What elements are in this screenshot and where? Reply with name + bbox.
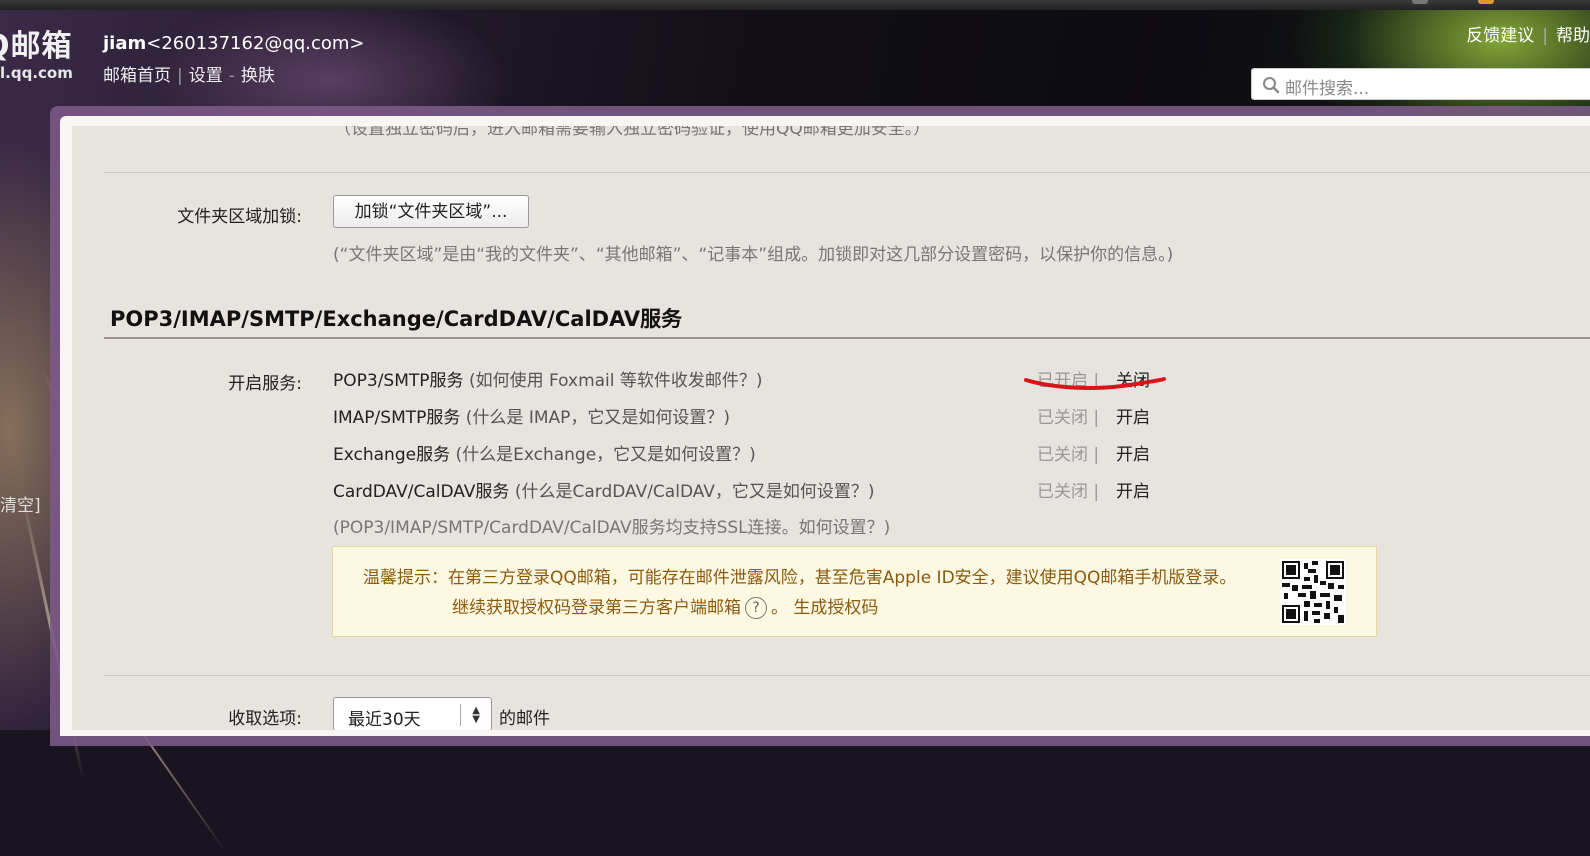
- service-toggle-exchange[interactable]: 开启: [1116, 440, 1150, 465]
- fetch-suffix: 的邮件: [499, 709, 550, 729]
- qq-mail-logo[interactable]: Q邮箱 l.qq.com: [0, 29, 73, 83]
- service-name-imap: IMAP/SMTP服务 (什么是 IMAP，它又是如何设置？): [333, 403, 730, 428]
- service-help-link[interactable]: (如何使用 Foxmail 等软件收发邮件？): [469, 371, 763, 391]
- top-right-links: 反馈建议 | 帮助: [1466, 26, 1590, 46]
- section-title: POP3/IMAP/SMTP/Exchange/CardDAV/CalDAV服务: [110, 307, 683, 331]
- ssl-note-link[interactable]: (POP3/IMAP/SMTP/CardDAV/CalDAV服务均支持SSL连接…: [333, 513, 890, 538]
- service-status-carddav: 已关闭 |: [1037, 482, 1100, 502]
- service-help-link[interactable]: (什么是CardDAV/CalDAV，它又是如何设置？): [515, 482, 875, 502]
- section-divider: [104, 337, 1590, 339]
- settings-panel: （设置独立密码后，进入邮箱需要输入独立密码验证，使用QQ邮箱更加安全。） 文件夹…: [72, 126, 1590, 730]
- red-annotation-underline-icon: [1024, 377, 1166, 390]
- service-title: IMAP/SMTP服务: [333, 408, 461, 428]
- fetch-options-label: 收取选项:: [228, 709, 302, 729]
- search-placeholder: 邮件搜索...: [1285, 79, 1370, 99]
- fetch-range-value: 最近30天: [348, 710, 421, 730]
- cut-off-note: （设置独立密码后，进入邮箱需要输入独立密码验证，使用QQ邮箱更加安全。）: [334, 126, 931, 139]
- folder-lock-note: (“文件夹区域”是由“我的文件夹”、“其他邮箱”、“记事本”组成。加锁即对这几部…: [333, 245, 1174, 265]
- fetch-range-select[interactable]: 最近30天 ▲ ▼: [333, 697, 492, 730]
- service-name-carddav: CardDAV/CalDAV服务 (什么是CardDAV/CalDAV，它又是如…: [333, 477, 875, 502]
- services-label: 开启服务:: [228, 374, 302, 394]
- mail-home-link[interactable]: 邮箱首页: [103, 66, 171, 86]
- browser-tab-strip: [0, 0, 1590, 10]
- lock-folder-area-button[interactable]: 加锁“文件夹区域”...: [333, 195, 529, 228]
- service-status-imap: 已关闭 |: [1037, 408, 1100, 428]
- header-links: 邮箱首页 | 设置 - 换肤: [103, 66, 275, 86]
- divider: [104, 172, 1590, 173]
- logo-text: Q邮箱: [0, 29, 73, 64]
- service-name-pop3: POP3/SMTP服务 (如何使用 Foxmail 等软件收发邮件？): [333, 366, 763, 391]
- skin-link[interactable]: 换肤: [241, 66, 275, 86]
- settings-link[interactable]: 设置: [189, 66, 223, 86]
- qr-code-icon: [1280, 559, 1346, 625]
- help-question-icon[interactable]: ?: [745, 597, 767, 619]
- warm-tip-box: 温馨提示：在第三方登录QQ邮箱，可能存在邮件泄露风险，甚至危害Apple ID安…: [332, 546, 1377, 637]
- tip-action-line: 继续获取授权码登录第三方客户端邮箱?。 生成授权码: [452, 593, 878, 619]
- service-status-exchange: 已关闭 |: [1037, 445, 1100, 465]
- service-title: POP3/SMTP服务: [333, 371, 464, 391]
- sidebar-clear-link[interactable]: 清空]: [0, 491, 41, 516]
- user-identity: jiam<260137162@qq.com>: [103, 33, 365, 54]
- logo-domain: l.qq.com: [0, 64, 73, 82]
- feedback-link[interactable]: 反馈建议: [1466, 26, 1534, 46]
- service-title: Exchange服务: [333, 445, 451, 465]
- user-name: jiam: [103, 33, 147, 54]
- divider: [104, 675, 1590, 676]
- tip-text: 温馨提示：在第三方登录QQ邮箱，可能存在邮件泄露风险，甚至危害Apple ID安…: [363, 568, 1237, 588]
- generate-auth-code-link[interactable]: 。 生成授权码: [771, 598, 878, 618]
- select-divider: [460, 704, 461, 726]
- mail-search-box[interactable]: 邮件搜索...: [1251, 68, 1590, 100]
- service-help-link[interactable]: (什么是 IMAP，它又是如何设置？): [466, 408, 730, 428]
- select-arrows-icon: ▲ ▼: [472, 705, 480, 725]
- search-icon: [1263, 77, 1280, 94]
- service-name-exchange: Exchange服务 (什么是Exchange，它又是如何设置？): [333, 440, 756, 465]
- service-toggle-imap[interactable]: 开启: [1116, 403, 1150, 428]
- service-toggle-carddav[interactable]: 开启: [1116, 477, 1150, 502]
- tip-line2-text: 继续获取授权码登录第三方客户端邮箱: [452, 598, 741, 618]
- user-email: <260137162@qq.com>: [146, 33, 365, 54]
- folder-lock-label: 文件夹区域加锁:: [177, 207, 302, 227]
- service-title: CardDAV/CalDAV服务: [333, 482, 510, 502]
- service-help-link[interactable]: (什么是Exchange，它又是如何设置？): [455, 445, 755, 465]
- help-link[interactable]: 帮助: [1556, 26, 1590, 46]
